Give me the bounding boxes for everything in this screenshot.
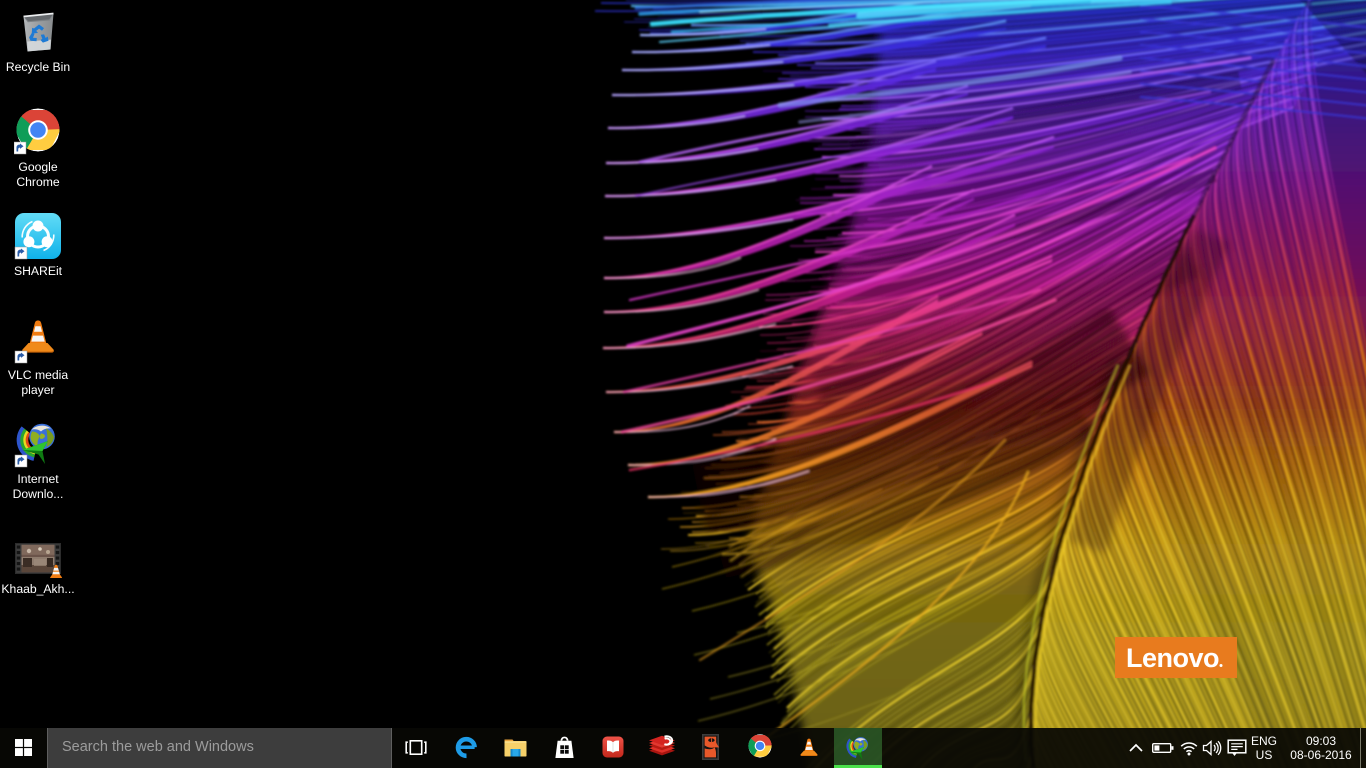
- svg-text:Lenovo: Lenovo: [1126, 643, 1219, 673]
